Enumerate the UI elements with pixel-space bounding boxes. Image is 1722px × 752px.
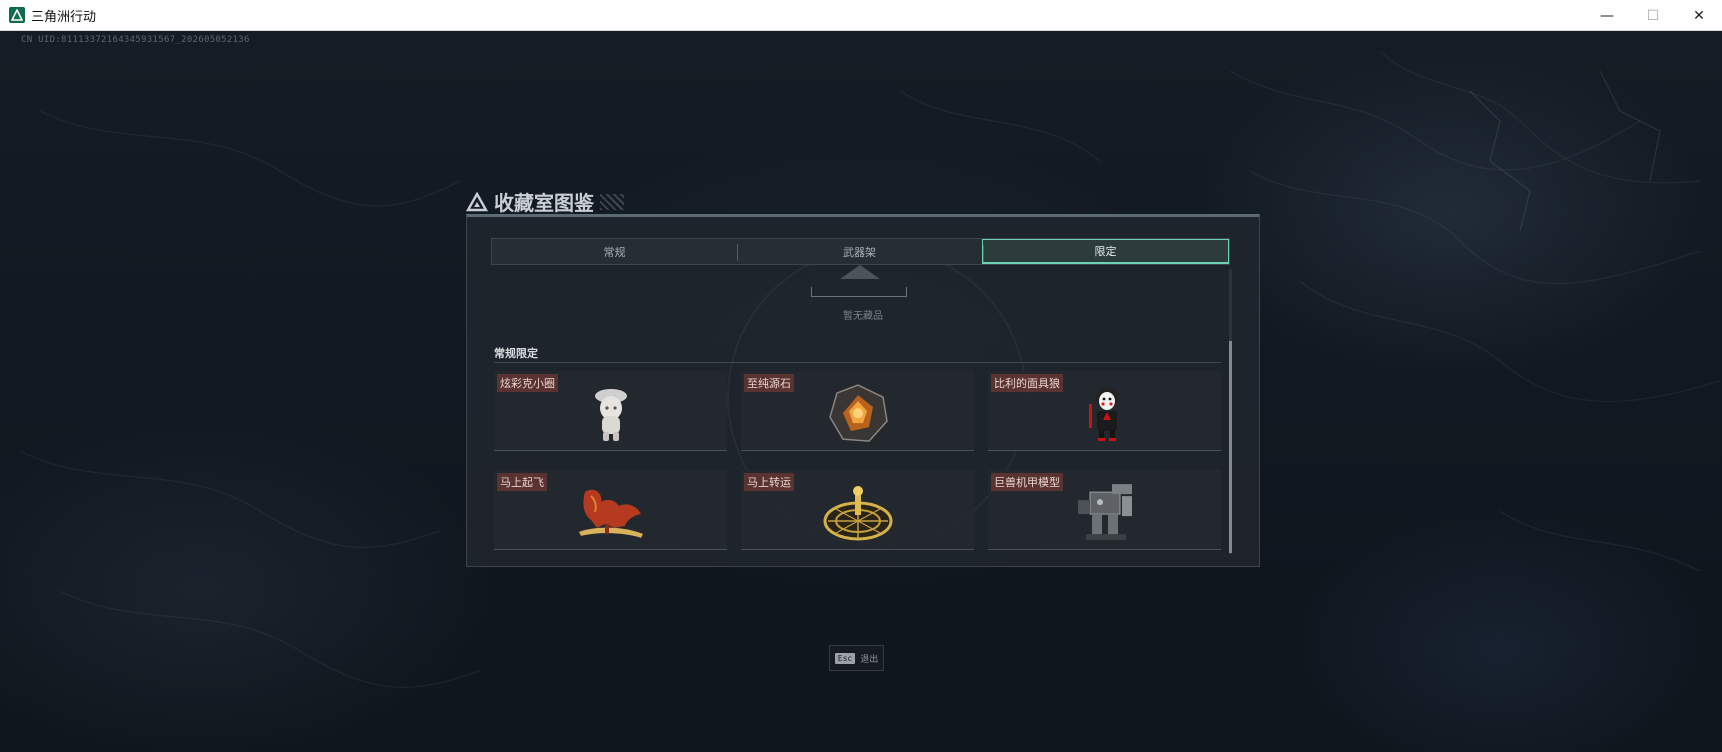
- item-grid: 炫彩克小圈 至纯源石 比利的面具狼 马上起飞 马上转运 巨兽机甲模型: [494, 371, 1221, 550]
- tab-regular[interactable]: 常规: [492, 239, 737, 264]
- tab-limited[interactable]: 限定: [982, 239, 1229, 264]
- item-card[interactable]: 炫彩克小圈: [494, 371, 727, 451]
- exit-label: 退出: [860, 654, 879, 665]
- triangle-logo-icon: [466, 191, 488, 211]
- esc-key-hint: Esc: [834, 652, 856, 664]
- scrollbar-thumb[interactable]: [1229, 341, 1232, 553]
- minimize-button[interactable]: —: [1584, 0, 1630, 31]
- maximize-button[interactable]: ☐: [1630, 0, 1676, 31]
- item-label: 比利的面具狼: [991, 374, 1063, 392]
- mech-model-icon: [1077, 483, 1132, 540]
- tab-weapon-rack[interactable]: 武器架: [737, 239, 982, 264]
- item-label: 炫彩克小圈: [497, 374, 558, 392]
- item-card[interactable]: 至纯源石: [741, 371, 974, 451]
- app-logo-icon: [9, 7, 25, 23]
- item-card[interactable]: 巨兽机甲模型: [988, 470, 1221, 550]
- dialog-header: 收藏室图鉴: [466, 187, 624, 216]
- item-card[interactable]: 马上转运: [741, 470, 974, 550]
- game-viewport: CN UID:81113372164345931567_202605052136…: [0, 31, 1722, 752]
- ore-crystal-icon: [828, 383, 888, 442]
- exit-button[interactable]: Esc 退出: [829, 645, 884, 671]
- header-decoration: [600, 193, 624, 210]
- close-button[interactable]: ✕: [1676, 0, 1722, 31]
- dialog-title: 收藏室图鉴: [494, 191, 594, 215]
- golden-wheel-icon: [823, 485, 892, 540]
- player-uid: CN UID:81113372164345931567_202605052136: [21, 35, 250, 45]
- section-title: 常规限定: [494, 347, 538, 360]
- empty-box-icon: [840, 265, 880, 279]
- item-label: 马上起飞: [497, 473, 547, 491]
- item-card[interactable]: 马上起飞: [494, 470, 727, 550]
- item-label: 马上转运: [744, 473, 794, 491]
- collection-panel: 常规 武器架 限定 暂无藏品 常规限定 炫彩克小圈 至纯源石 比利的面具狼 马上…: [466, 214, 1260, 567]
- puppet-doll-icon: [1088, 386, 1118, 441]
- item-card[interactable]: 比利的面具狼: [988, 371, 1221, 451]
- empty-state: 暂无藏品: [467, 265, 1259, 325]
- item-label: 巨兽机甲模型: [991, 473, 1063, 491]
- white-figure-icon: [594, 388, 627, 441]
- empty-text: 暂无藏品: [843, 311, 883, 322]
- window-title: 三角洲行动: [31, 9, 97, 25]
- red-horse-icon: [578, 489, 643, 538]
- item-label: 至纯源石: [744, 374, 794, 392]
- section-divider: [494, 362, 1221, 363]
- window-titlebar: 三角洲行动 — ☐ ✕: [0, 0, 1722, 31]
- tab-bar: 常规 武器架 限定: [491, 238, 1230, 265]
